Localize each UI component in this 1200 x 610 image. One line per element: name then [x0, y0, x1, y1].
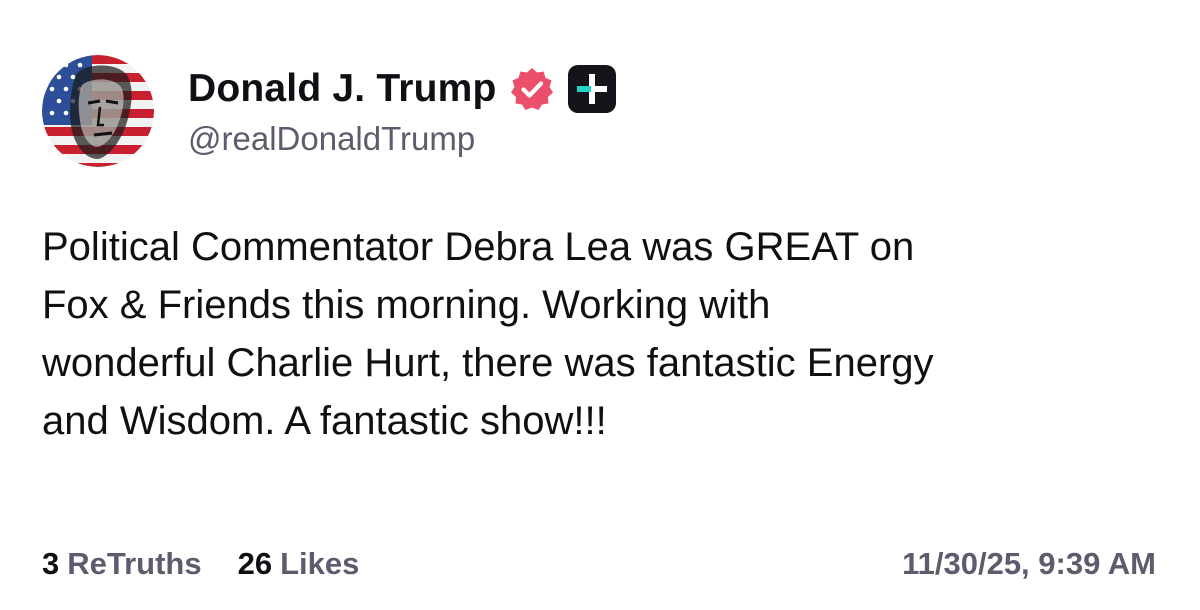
likes-stat[interactable]: 26 Likes: [238, 546, 360, 582]
author-identity: Donald J. Trump @realDonaldTrump: [188, 64, 617, 158]
post-text-line: and Wisdom. A fantastic show!!!: [42, 399, 607, 443]
post-footer: 3 ReTruths 26 Likes 11/30/25, 9:39 AM: [42, 542, 1156, 586]
post-timestamp[interactable]: 11/30/25, 9:39 AM: [902, 546, 1156, 582]
post-text-line: wonderful Charlie Hurt, there was fantas…: [42, 341, 934, 385]
truth-post: Donald J. Trump @realDonaldTrump Politic…: [0, 0, 1200, 610]
flag-portrait-avatar-icon: [42, 55, 154, 167]
author-name[interactable]: Donald J. Trump: [188, 67, 497, 111]
post-text-line: Political Commentator Debra Lea was GREA…: [42, 225, 915, 269]
post-header: Donald J. Trump @realDonaldTrump: [42, 55, 617, 167]
retruths-label: ReTruths: [67, 546, 202, 581]
verified-badge-icon: [509, 66, 555, 112]
retruths-count: 3: [42, 546, 60, 581]
post-body: Political Commentator Debra Lea was GREA…: [42, 218, 1162, 450]
truth-plus-icon: [567, 64, 617, 114]
author-handle[interactable]: @realDonaldTrump: [188, 120, 617, 158]
likes-count: 26: [237, 546, 273, 581]
avatar[interactable]: [42, 55, 154, 167]
likes-label: Likes: [280, 546, 360, 581]
post-text-line: Fox & Friends this morning. Working with: [42, 283, 771, 327]
retruths-stat[interactable]: 3 ReTruths: [42, 546, 202, 582]
name-row: Donald J. Trump: [188, 64, 617, 114]
